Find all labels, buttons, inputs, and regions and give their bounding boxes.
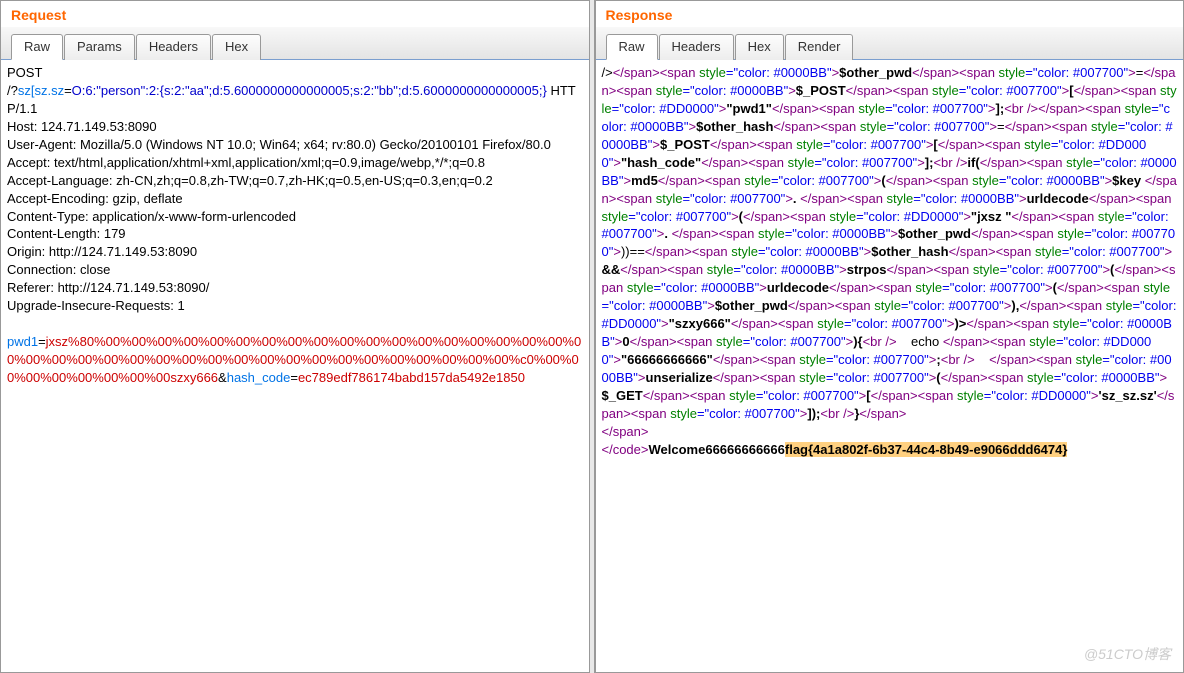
request-content[interactable]: POST/?sz[sz.sz=O:6:"person":2:{s:2:"aa";… [1,60,589,672]
tab-headers[interactable]: Headers [136,34,211,60]
tab-hex[interactable]: Hex [735,34,784,60]
response-panel: Response RawHeadersHexRender /></span><s… [595,0,1184,673]
tab-params[interactable]: Params [64,34,135,60]
tab-raw[interactable]: Raw [11,34,63,60]
tab-hex[interactable]: Hex [212,34,261,60]
response-tabs: RawHeadersHexRender [596,27,1184,60]
request-tabs: RawParamsHeadersHex [1,27,589,60]
response-title: Response [596,1,1184,27]
request-title: Request [1,1,589,27]
response-content[interactable]: /></span><span style="color: #0000BB">$o… [596,60,1184,672]
request-panel: Request RawParamsHeadersHex POST/?sz[sz.… [0,0,589,673]
tab-raw[interactable]: Raw [606,34,658,60]
tab-headers[interactable]: Headers [659,34,734,60]
tab-render[interactable]: Render [785,34,854,60]
